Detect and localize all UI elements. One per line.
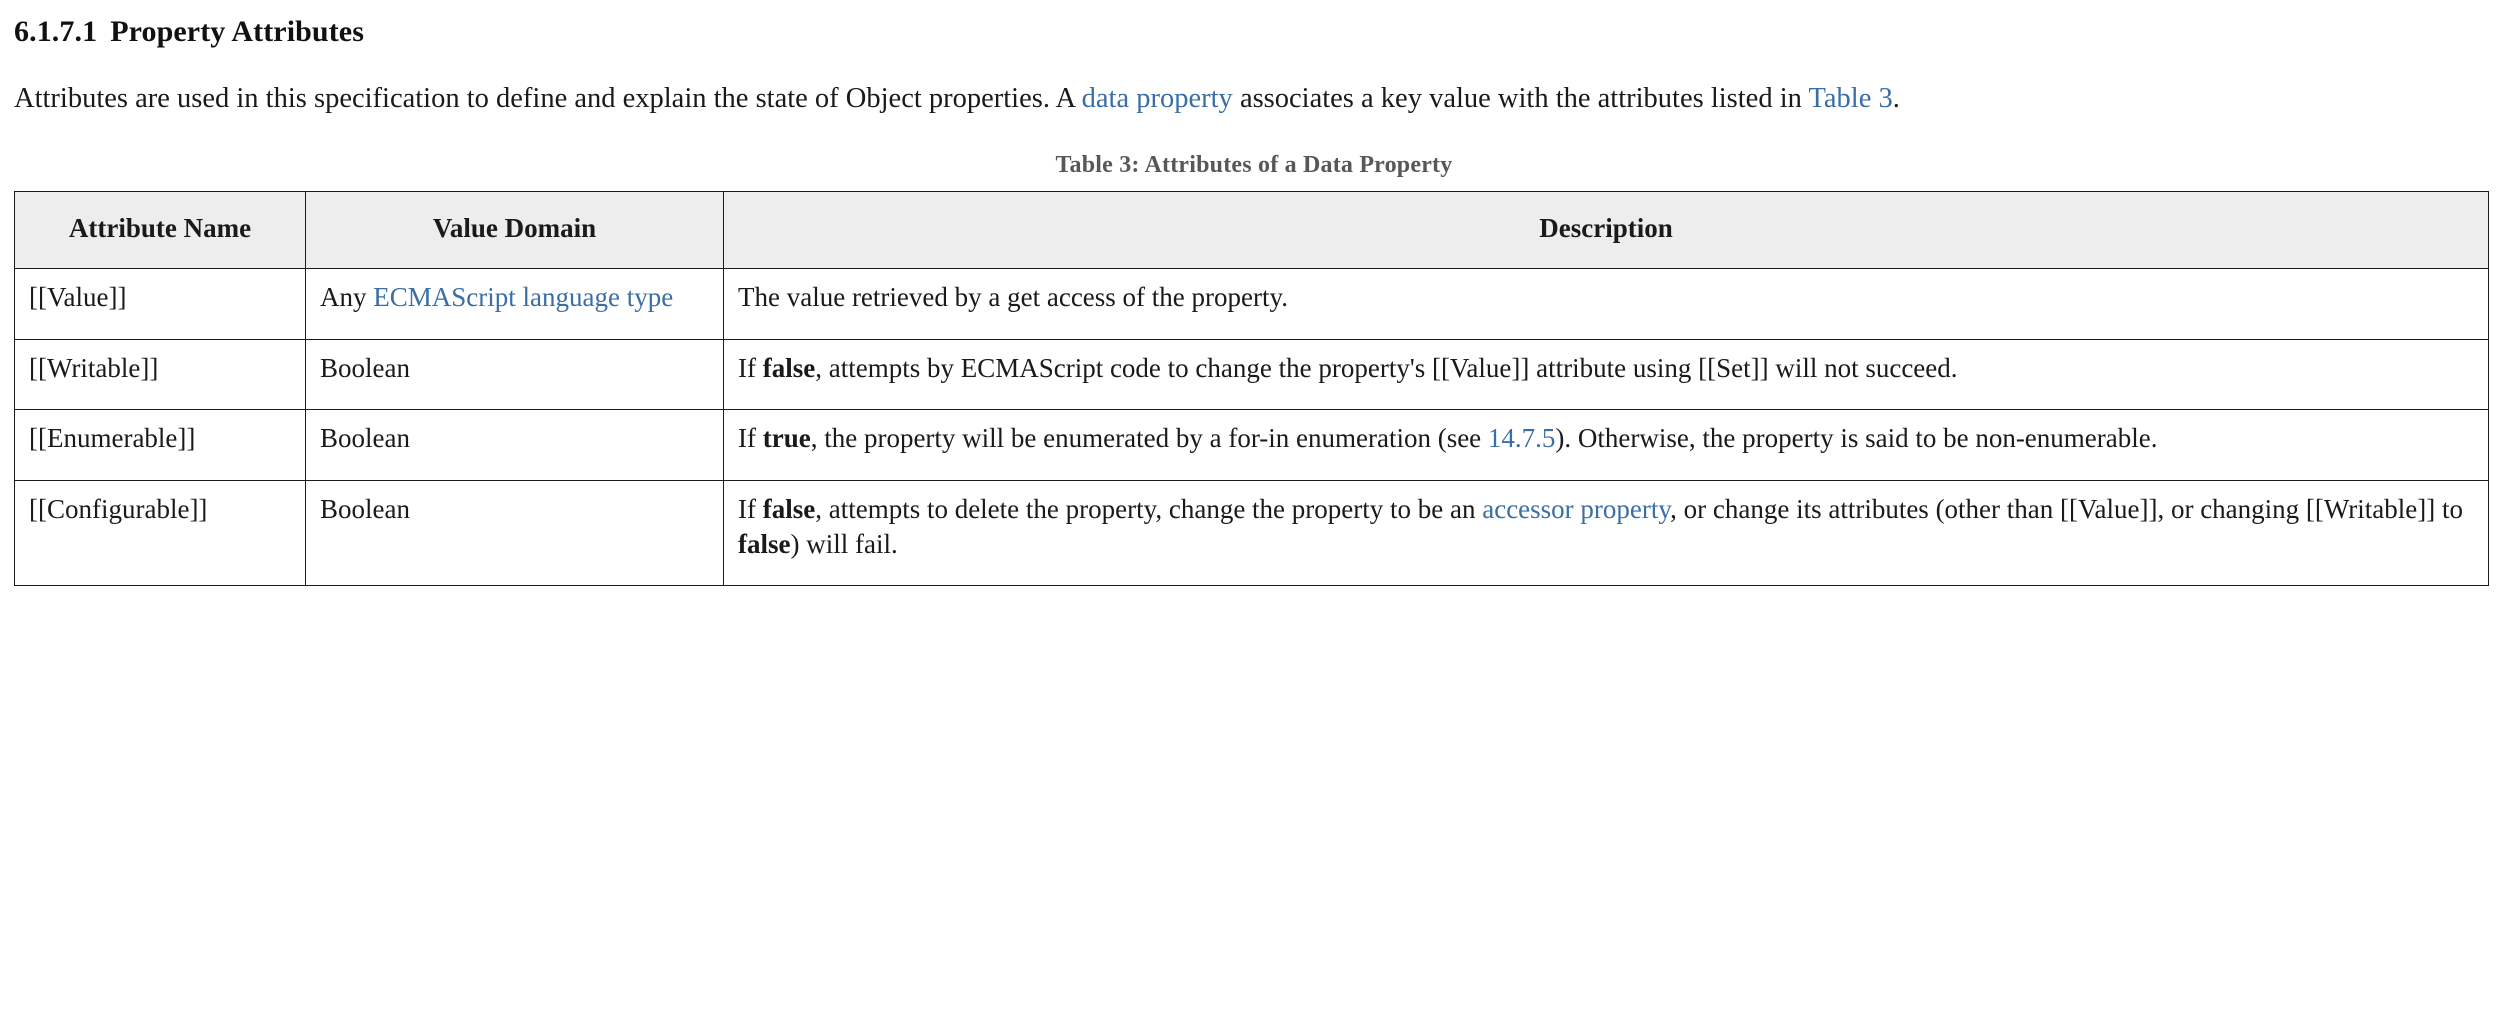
section-title: Property Attributes — [110, 15, 364, 48]
cell-value-domain: Boolean — [305, 338, 724, 411]
cell-value-domain: Boolean — [305, 409, 724, 481]
description-bold-term: false — [738, 528, 791, 559]
table-row: [[Value]] Any ECMAScript language type The… — [14, 268, 2489, 340]
section-number: 6.1.7.1 — [14, 15, 98, 48]
document-page: 6.1.7.1 Property Attributes Attributes ar… — [0, 14, 2508, 587]
description-text: , or change its attributes (other than [… — [1670, 493, 2464, 524]
description-bold-term: false — [762, 493, 816, 524]
description-bold-term: false — [762, 352, 816, 383]
link-table-3[interactable]: Table 3 — [1808, 83, 1892, 114]
description-link[interactable]: 14.7.5 — [1488, 423, 1556, 453]
description-text: , attempts to delete the property, chang… — [815, 493, 1483, 524]
page-title: 6.1.7.1 Property Attributes — [14, 14, 2494, 50]
description-text: If — [738, 423, 763, 454]
link-ecmascript-language-type[interactable]: ECMAScript language type — [373, 282, 673, 312]
description-text: ) will fail. — [790, 528, 898, 559]
link-data-property[interactable]: data property — [1082, 83, 1233, 114]
cell-attribute-name: [[Writable]] — [14, 338, 306, 411]
description-text: , attempts by ECMAScript code to change … — [815, 352, 1958, 383]
cell-attribute-name: [[Value]] — [14, 268, 306, 340]
cell-attribute-name: [[Configurable]] — [14, 479, 306, 587]
value-domain-text: Boolean — [320, 493, 410, 524]
attributes-table: Attribute Name Value Domain Description … — [14, 190, 2489, 587]
intro-text-part2: associates a key value with the attribut… — [1232, 83, 1809, 114]
table-row: [[Enumerable]] Boolean If true, the proper… — [14, 409, 2489, 481]
description-text: , the property will be enumerated by a f… — [810, 423, 1488, 454]
value-domain-text: Any — [320, 282, 374, 313]
table-body: [[Value]] Any ECMAScript language type The… — [14, 268, 2489, 587]
value-domain-text: Boolean — [320, 352, 410, 383]
cell-attribute-name: [[Enumerable]] — [14, 409, 306, 481]
description-bold-term: true — [762, 423, 811, 454]
description-text: ). Otherwise, the property is said to be… — [1555, 423, 2158, 454]
cell-value-domain: Any ECMAScript language type — [305, 268, 724, 340]
cell-description: If true, the property will be enumerated… — [723, 409, 2489, 481]
value-domain-text: Boolean — [320, 423, 410, 454]
table-caption: Table 3: Attributes of a Data Property — [1055, 151, 1453, 178]
table-header-row: Attribute Name Value Domain Description — [14, 190, 2489, 270]
description-text: If — [738, 352, 763, 383]
intro-text-part1: Attributes are used in this specificatio… — [14, 83, 1082, 114]
description-link[interactable]: accessor property — [1482, 494, 1670, 524]
description-text: If — [738, 493, 763, 524]
intro-paragraph: Attributes are used in this specificatio… — [14, 80, 2494, 118]
table-row: [[Writable]] Boolean If false, attempts by… — [14, 338, 2489, 411]
cell-description: If false, attempts to delete the propert… — [723, 479, 2489, 587]
intro-text-part3: . — [1892, 83, 1900, 114]
cell-description: If false, attempts by ECMAScript code to… — [723, 338, 2489, 411]
table-row: [[Configurable]] Boolean If false, attempt… — [14, 479, 2489, 587]
column-header-attribute-name: Attribute Name — [14, 190, 306, 270]
cell-description: The value retrieved by a get access of t… — [723, 268, 2489, 340]
description-text: The value retrieved by a get access of t… — [738, 282, 1288, 313]
cell-value-domain: Boolean — [305, 479, 724, 587]
column-header-description: Description — [723, 190, 2489, 270]
column-header-value-domain: Value Domain — [305, 190, 724, 270]
table-header: Attribute Name Value Domain Description — [14, 190, 2489, 270]
